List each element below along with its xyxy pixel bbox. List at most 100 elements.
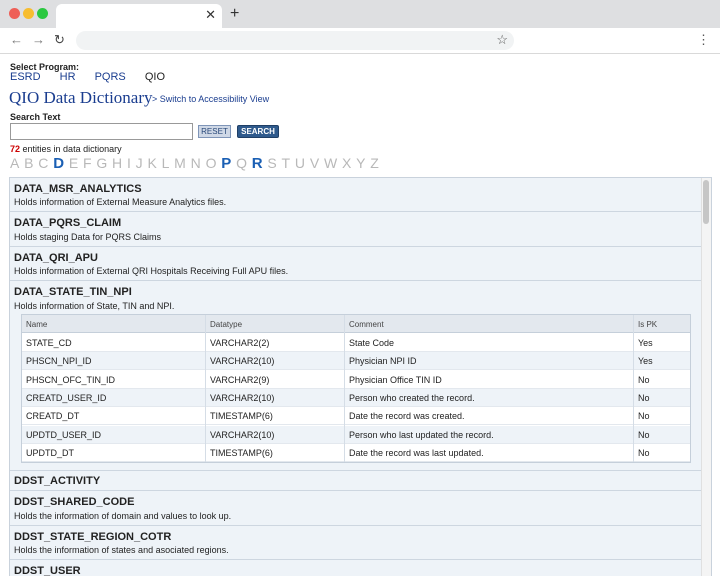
alpha-letter-n: N — [190, 155, 201, 171]
column-is-pk-cell: No — [638, 411, 650, 422]
close-window-icon[interactable] — [9, 8, 20, 19]
table-row: PHSCN_OFC_TIN_ID VARCHAR2(9) Physician Off… — [22, 371, 690, 389]
alpha-letter-e: E — [68, 155, 79, 171]
reset-button[interactable]: RESET — [198, 125, 231, 138]
column-comment-cell: Person who created the record. — [349, 392, 475, 403]
program-link-pqrs[interactable]: PQRS — [95, 71, 126, 83]
bookmark-star-icon[interactable]: ☆ — [496, 32, 508, 48]
column-is-pk-cell: Yes — [638, 338, 653, 348]
column-comment-cell: Date the record was created. — [349, 411, 465, 422]
entity-item[interactable]: DATA_MSR_ANALYTICS Holds information of … — [10, 178, 702, 212]
column-name-cell: CREATD_USER_ID — [26, 392, 107, 403]
entity-item[interactable]: DATA_QRI_APU Holds information of Extern… — [10, 247, 702, 281]
alpha-letter-i: I — [126, 155, 131, 171]
alpha-letter-b: B — [24, 155, 34, 171]
columns-table-header: Name Datatype Comment Is PK — [22, 315, 690, 333]
column-datatype-cell: VARCHAR2(10) — [210, 356, 275, 367]
browser-menu-icon[interactable]: ⋮ — [697, 32, 710, 48]
table-row: PHSCN_NPI_ID VARCHAR2(10) Physician NPI ID… — [22, 352, 690, 371]
entity-list[interactable]: DATA_MSR_ANALYTICS Holds information of … — [9, 177, 712, 576]
entity-item[interactable]: DDST_STATE_REGION_COTR Holds the informa… — [10, 526, 702, 560]
entity-description: Holds the information of states and asoc… — [14, 545, 229, 555]
alpha-letter-w: W — [323, 155, 338, 171]
accessibility-view-link[interactable]: > Switch to Accessibility View — [152, 94, 269, 104]
entity-item[interactable]: DDST_ACTIVITY — [10, 471, 702, 491]
program-current-qio: QIO — [144, 71, 165, 83]
page-title: QIO Data Dictionary — [9, 88, 153, 107]
column-datatype-cell: TIMESTAMP(6) — [210, 447, 273, 458]
maximize-window-icon[interactable] — [37, 8, 48, 19]
address-bar[interactable]: ☆ — [76, 31, 514, 50]
entity-description: Holds staging Data for PQRS Claims — [14, 232, 162, 242]
column-comment-cell: Physician Office TIN ID — [349, 374, 442, 385]
alpha-letter-y: Y — [356, 155, 366, 171]
column-is-pk-cell: Yes — [638, 356, 653, 367]
alpha-letter-z: Z — [370, 155, 379, 171]
alpha-letter-p[interactable]: P — [221, 155, 231, 172]
entity-name[interactable]: DDST_USER — [14, 565, 81, 576]
entity-count: 72 entities in data dictionary — [10, 144, 122, 154]
column-header-comment: Comment — [349, 320, 384, 329]
table-row: UPDTD_USER_ID VARCHAR2(10) Person who last… — [22, 425, 690, 444]
alphabet-index: ABCDEFGHIJKLMNOPQRSTUVWXYZ — [10, 155, 384, 175]
entity-count-text: entities in data dictionary — [22, 144, 122, 154]
reload-icon[interactable]: ↻ — [54, 32, 65, 48]
alpha-letter-a: A — [10, 155, 20, 171]
alpha-letter-r[interactable]: R — [252, 155, 263, 172]
alpha-letter-g: G — [96, 155, 108, 171]
column-comment-cell: State Code — [349, 338, 395, 348]
table-row: CREATD_DT TIMESTAMP(6) Date the record was… — [22, 407, 690, 426]
entity-name[interactable]: DDST_STATE_REGION_COTR — [14, 531, 171, 543]
search-button[interactable]: SEARCH — [237, 125, 279, 138]
new-tab-icon[interactable]: + — [230, 6, 239, 22]
search-input[interactable] — [10, 123, 193, 140]
alpha-letter-k: K — [147, 155, 157, 171]
forward-icon[interactable]: → — [32, 32, 45, 48]
column-datatype-cell: VARCHAR2(10) — [210, 392, 275, 403]
alpha-letter-j: J — [135, 155, 143, 171]
close-tab-icon[interactable]: ✕ — [205, 8, 216, 22]
alpha-letter-h: H — [112, 155, 123, 171]
program-link-hr[interactable]: HR — [60, 71, 76, 83]
table-row: UPDTD_DT TIMESTAMP(6) Date the record was … — [22, 444, 690, 462]
column-is-pk-cell: No — [638, 429, 650, 440]
entity-name[interactable]: DDST_ACTIVITY — [14, 475, 100, 487]
entity-description: Holds information of External QRI Hospit… — [14, 266, 289, 276]
alpha-letter-o: O — [205, 155, 217, 171]
alpha-letter-t: T — [281, 155, 291, 171]
column-name-cell: STATE_CD — [26, 338, 72, 348]
page-content: Select Program: ESRD HR PQRS QIO QIO Dat… — [0, 55, 720, 576]
entity-name[interactable]: DATA_QRI_APU — [14, 252, 98, 264]
entity-name[interactable]: DATA_PQRS_CLAIM — [14, 217, 121, 229]
column-is-pk-cell: No — [638, 392, 650, 403]
entity-name[interactable]: DDST_SHARED_CODE — [14, 496, 134, 508]
column-name-cell: PHSCN_OFC_TIN_ID — [26, 374, 116, 385]
minimize-window-icon[interactable] — [23, 8, 34, 19]
alpha-letter-c: C — [38, 155, 49, 171]
search-text-label: Search Text — [10, 112, 61, 122]
columns-table: Name Datatype Comment Is PK STATE_CD VARC… — [21, 314, 691, 463]
alpha-letter-d[interactable]: D — [53, 155, 64, 172]
entity-description: Holds the information of domain and valu… — [14, 511, 232, 521]
back-icon[interactable]: ← — [10, 32, 23, 48]
entity-item[interactable]: DATA_PQRS_CLAIM Holds staging Data for P… — [10, 212, 702, 247]
column-name-cell: UPDTD_DT — [26, 447, 75, 458]
column-datatype-cell: VARCHAR2(9) — [210, 374, 270, 385]
column-is-pk-cell: No — [638, 374, 650, 385]
browser-tab[interactable]: ✕ — [56, 4, 222, 28]
alpha-letter-u: U — [294, 155, 306, 171]
alpha-letter-m: M — [174, 155, 186, 171]
entity-name[interactable]: DATA_STATE_TIN_NPI — [14, 286, 132, 298]
entity-item[interactable]: DDST_SHARED_CODE Holds the information o… — [10, 491, 702, 526]
column-datatype-cell: TIMESTAMP(6) — [210, 411, 273, 422]
entity-item[interactable]: DDST_USER — [10, 560, 702, 576]
alpha-letter-v: V — [309, 155, 320, 171]
entity-name[interactable]: DATA_MSR_ANALYTICS — [14, 183, 142, 195]
column-name-cell: PHSCN_NPI_ID — [26, 356, 92, 367]
entity-description: Holds information of External Measure An… — [14, 197, 227, 207]
scrollbar[interactable] — [701, 178, 711, 576]
program-link-esrd[interactable]: ESRD — [10, 71, 41, 83]
column-header-name: Name — [26, 320, 48, 329]
scrollbar-thumb[interactable] — [703, 180, 709, 224]
column-header-is-pk: Is PK — [638, 320, 658, 329]
